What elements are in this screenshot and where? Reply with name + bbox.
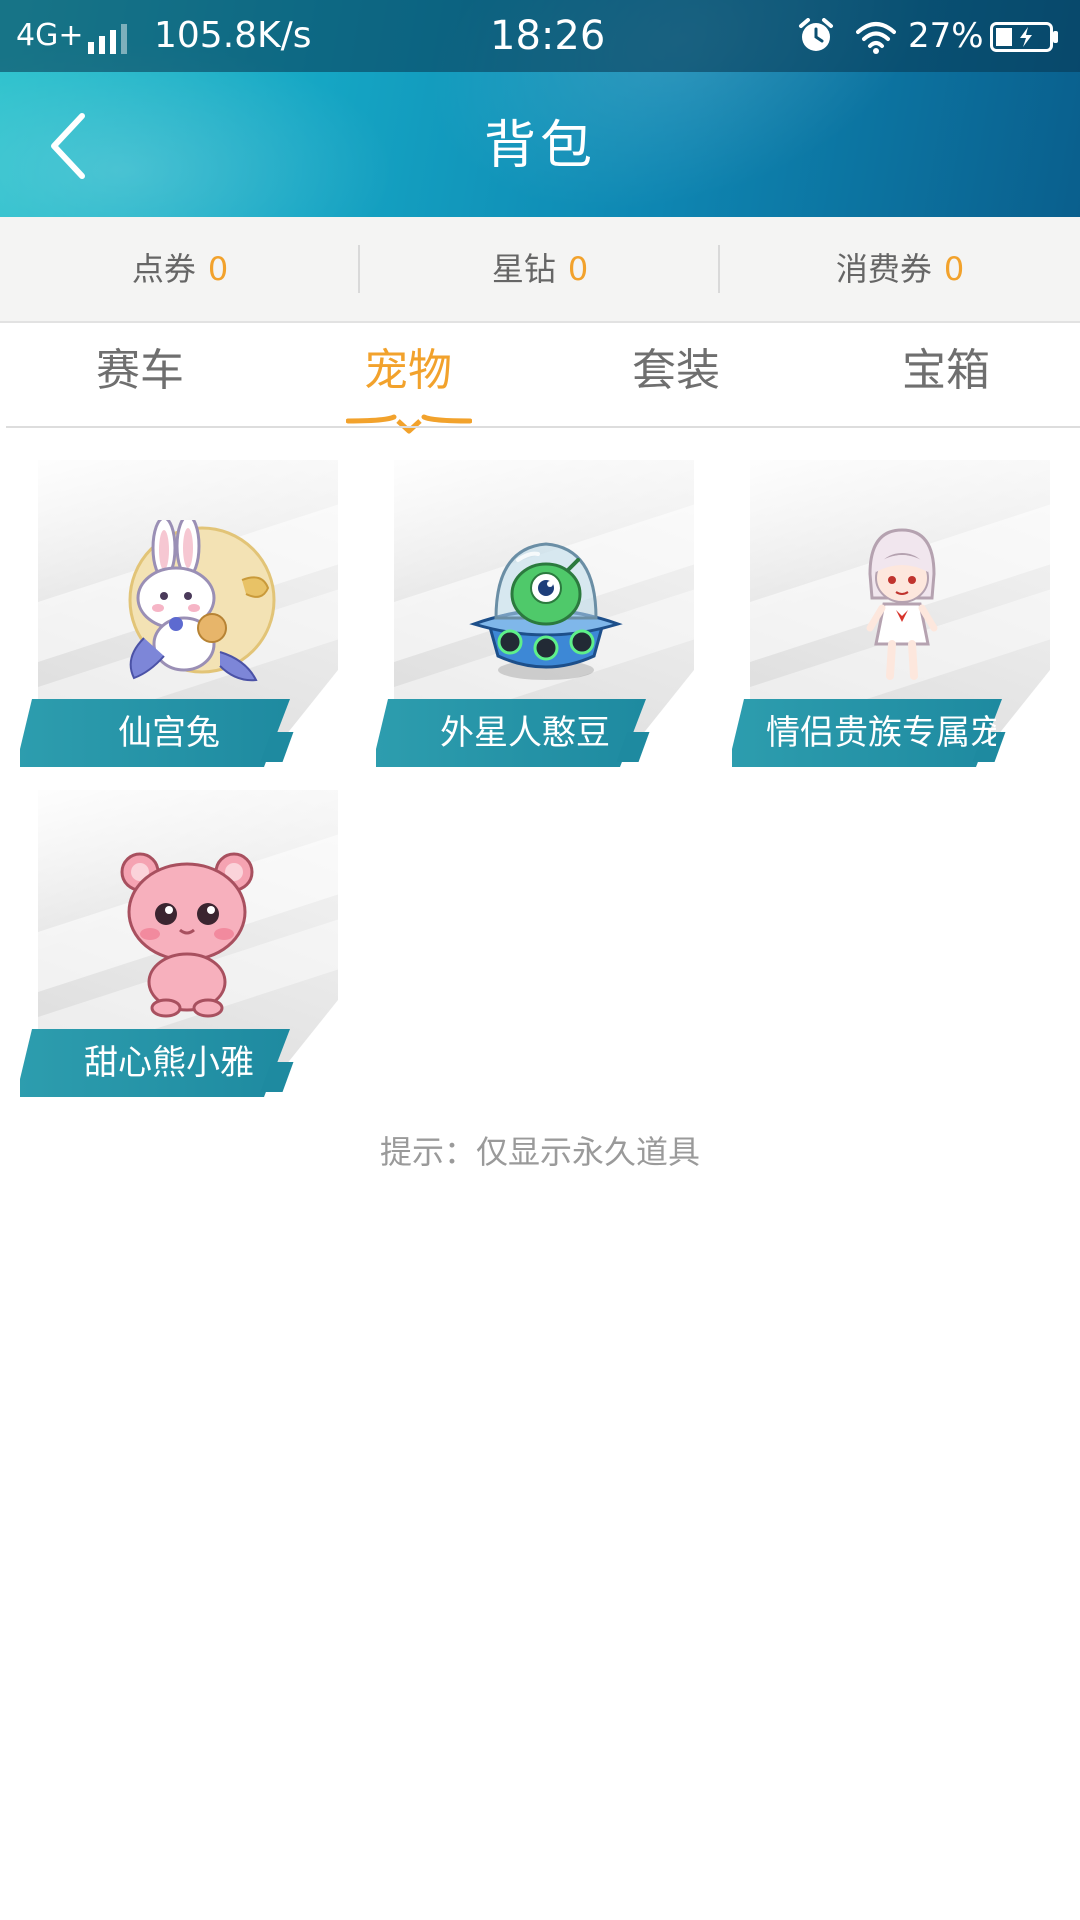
pet-name: 外星人憨豆 (440, 713, 610, 753)
page-title: 背包 (483, 116, 596, 176)
hint-text: 提示：仅显示永久道具 (379, 1133, 700, 1171)
back-button[interactable] (40, 108, 110, 184)
signal-icon (88, 24, 127, 54)
alien-ufo-pet-icon (469, 542, 623, 680)
pet-name: 甜心熊小雅 (84, 1043, 254, 1083)
pink-bear-pet-icon (120, 852, 254, 1018)
category-tabs: 赛车 宠物 套装 宝箱 (0, 323, 1080, 434)
clock: 18:26 (490, 13, 606, 59)
tab-outfits[interactable]: 套装 (576, 343, 776, 399)
title-bar: 背包 (0, 72, 1080, 217)
girl-doll-pet-icon (866, 528, 938, 680)
battery-percent: 27% (908, 16, 984, 56)
currency-value: 0 (207, 250, 229, 288)
currency-xiaofeiquan: 消费券 0 (720, 217, 1080, 321)
currency-value: 0 (567, 250, 589, 288)
currency-xingzuan: 星钻 0 (360, 217, 720, 321)
pet-name: 仙宫兔 (118, 713, 220, 753)
status-bar: 4G+ 105.8K/s 18:26 27% (0, 0, 1080, 72)
currency-label: 点券 (131, 250, 196, 288)
tab-cars[interactable]: 赛车 (40, 343, 240, 399)
tab-chests[interactable]: 宝箱 (846, 343, 1046, 399)
currency-bar: 点券 0 星钻 0 消费券 0 (0, 217, 1080, 323)
pet-card[interactable]: 甜心熊小雅 (20, 790, 340, 1110)
pet-card[interactable]: 仙宫兔 (20, 460, 340, 780)
pet-name: 情侣贵族专属宠 (766, 713, 996, 753)
rabbit-pet-icon (128, 520, 276, 682)
network-speed: 105.8K/s (154, 15, 312, 56)
tab-pets[interactable]: 宠物 (308, 343, 508, 399)
wifi-icon (856, 22, 896, 54)
active-tab-indicator (346, 414, 472, 434)
alarm-icon (799, 18, 833, 51)
pet-card[interactable]: 外星人憨豆 (376, 460, 696, 780)
currency-label: 消费券 (835, 250, 932, 288)
tabs-divider (6, 426, 1080, 428)
currency-label: 星钻 (491, 250, 556, 288)
battery-charging-icon (990, 22, 1058, 52)
app-header: 4G+ 105.8K/s 18:26 27% 背包 (0, 0, 1080, 217)
currency-value: 0 (943, 250, 965, 288)
currency-dianquan: 点券 0 (0, 217, 360, 321)
network-type: 4G+ (16, 18, 84, 53)
pet-card[interactable]: 情侣贵族专属宠 (732, 460, 1052, 780)
